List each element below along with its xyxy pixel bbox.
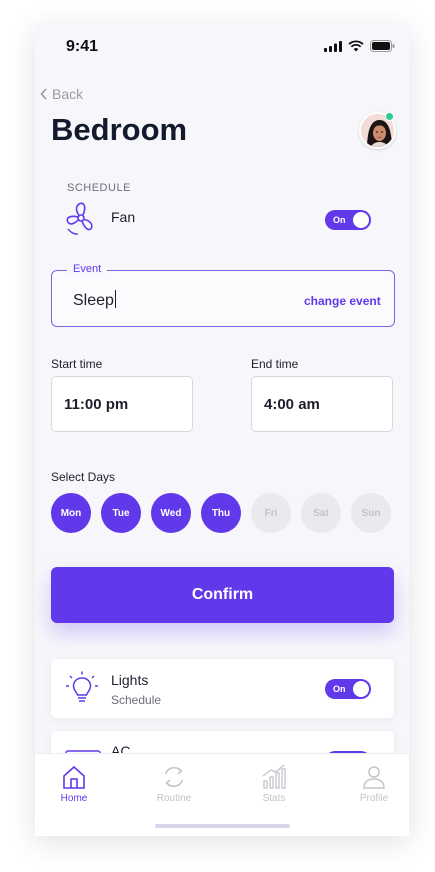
device-subtitle: Schedule (111, 693, 162, 707)
toggle-label: On (333, 684, 346, 694)
day-fri[interactable]: Fri (251, 493, 291, 533)
status-icons (324, 40, 395, 52)
event-value: Sleep (73, 292, 114, 309)
home-indicator (155, 824, 290, 828)
back-button[interactable]: Back (40, 86, 83, 102)
start-time-field[interactable]: 11:00 pm (51, 376, 193, 432)
day-sat[interactable]: Sat (301, 493, 341, 533)
end-time-label: End time (251, 357, 299, 371)
change-event-link[interactable]: change event (304, 294, 381, 308)
select-days-label: Select Days (51, 470, 116, 484)
tab-label: Stats (262, 793, 286, 804)
online-status-dot (385, 112, 394, 121)
tab-profile[interactable]: Profile (334, 764, 409, 804)
chevron-left-icon (40, 88, 47, 100)
event-label: Event (67, 263, 108, 275)
signal-icon (324, 40, 342, 52)
day-wed[interactable]: Wed (151, 493, 191, 533)
tab-stats[interactable]: Stats (234, 764, 314, 804)
device-name: Fan (111, 209, 136, 225)
end-time-field[interactable]: 4:00 am (251, 376, 393, 432)
fan-icon (66, 202, 93, 235)
day-sun[interactable]: Sun (351, 493, 391, 533)
lights-toggle[interactable]: On (325, 679, 371, 699)
section-label: SCHEDULE (67, 182, 131, 194)
user-icon (363, 766, 385, 789)
tab-routine[interactable]: Routine (134, 764, 214, 804)
page-title: Bedroom (51, 112, 188, 147)
tab-label: Home (60, 793, 88, 804)
home-icon (63, 765, 85, 789)
toggle-label: On (333, 215, 346, 225)
wifi-icon (348, 40, 364, 52)
tab-label: Routine (156, 793, 192, 804)
day-mon[interactable]: Mon (51, 493, 91, 533)
phone-screen: 9:41 Back Bedroom SCHEDULE Fan On Event … (35, 24, 409, 836)
device-name: Lights (111, 672, 149, 688)
toggle-knob (353, 681, 369, 697)
start-time-label: Start time (51, 357, 103, 371)
back-label: Back (52, 86, 84, 102)
fan-toggle[interactable]: On (325, 210, 371, 230)
text-caret (114, 290, 116, 308)
confirm-button[interactable]: Confirm (51, 567, 394, 623)
day-tue[interactable]: Tue (101, 493, 141, 533)
lightbulb-icon (66, 671, 98, 702)
day-selector: Mon Tue Wed Thu Fri Sat Sun (51, 493, 391, 533)
battery-icon (370, 40, 395, 52)
status-time: 9:41 (66, 38, 99, 55)
chart-icon (262, 764, 286, 789)
tab-home[interactable]: Home (35, 764, 114, 804)
refresh-icon (164, 767, 184, 787)
event-input[interactable]: Sleep (73, 290, 116, 310)
day-thu[interactable]: Thu (201, 493, 241, 533)
device-card-lights[interactable]: Lights Schedule On (51, 659, 394, 718)
toggle-knob (353, 212, 369, 228)
tab-label: Profile (359, 793, 389, 804)
